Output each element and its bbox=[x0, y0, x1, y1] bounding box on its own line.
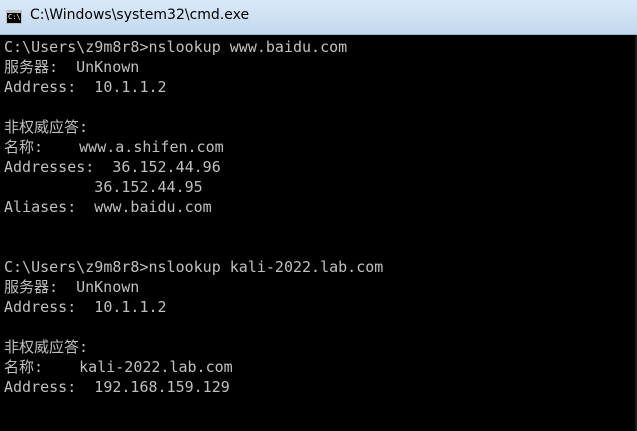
console-line: 36.152.44.95 bbox=[4, 178, 203, 196]
window-title: C:\Windows\system32\cmd.exe bbox=[30, 7, 250, 23]
console-line: Address: 10.1.1.2 bbox=[4, 298, 167, 316]
console-line: Aliases: www.baidu.com bbox=[4, 198, 212, 216]
console-line: Address: 10.1.1.2 bbox=[4, 78, 167, 96]
console-line: 服务器: UnKnown bbox=[4, 58, 140, 76]
console-line: 名称: kali-2022.lab.com bbox=[4, 358, 233, 376]
console-line: Addresses: 36.152.44.96 bbox=[4, 158, 221, 176]
cmd-window: C:\ C:\Windows\system32\cmd.exe C:\Users… bbox=[0, 0, 637, 431]
console-line: C:\Users\z9m8r8>nslookup kali-2022.lab.c… bbox=[4, 258, 384, 276]
title-bar[interactable]: C:\ C:\Windows\system32\cmd.exe bbox=[0, 0, 637, 35]
console-line: 非权威应答: bbox=[4, 338, 89, 356]
cmd-app-icon[interactable]: C:\ bbox=[6, 10, 22, 24]
console-line: 名称: www.a.shifen.com bbox=[4, 138, 224, 156]
console-line: 非权威应答: bbox=[4, 118, 89, 136]
console-line: Address: 192.168.159.129 bbox=[4, 378, 230, 396]
console-line: C:\Users\z9m8r8>nslookup www.baidu.com bbox=[4, 38, 348, 56]
console-line: 服务器: UnKnown bbox=[4, 278, 140, 296]
console-output[interactable]: C:\Users\z9m8r8>nslookup www.baidu.com 服… bbox=[0, 35, 637, 431]
